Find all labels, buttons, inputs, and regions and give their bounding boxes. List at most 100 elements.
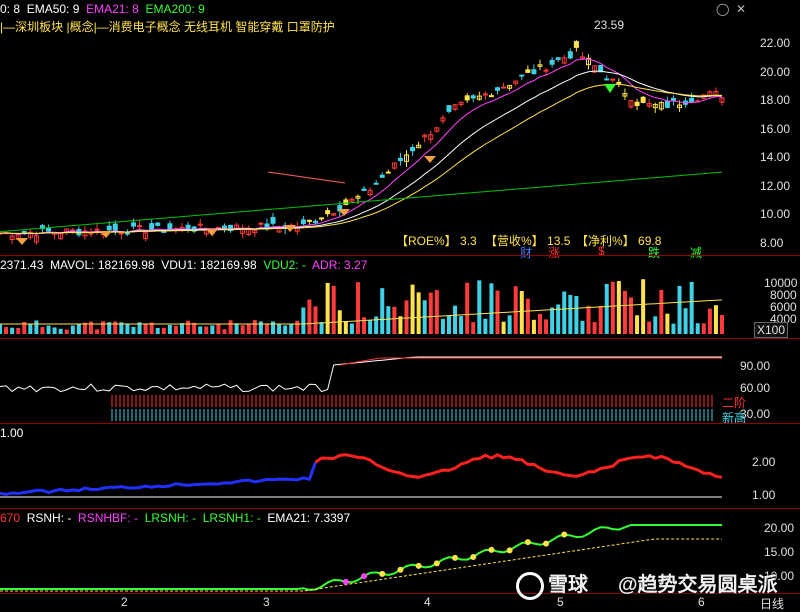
- price-tick: 20.00: [760, 65, 791, 79]
- volume-bar: [70, 325, 75, 334]
- at-icon: @: [618, 574, 638, 596]
- legend-ema200: EMA200: 9: [145, 2, 205, 16]
- volume-bar: [653, 316, 658, 334]
- rsnh-dot: [342, 578, 349, 585]
- candle-body: [94, 228, 100, 231]
- rs-panel[interactable]: 90.00 60.00 30.00 二阶 新高: [0, 339, 800, 425]
- volume-bar: [101, 321, 106, 334]
- volume-bar: [380, 288, 385, 334]
- volume-bar: [167, 324, 172, 334]
- candle-body: [531, 69, 537, 75]
- price-chart[interactable]: [0, 0, 800, 255]
- volume-bar: [507, 315, 512, 334]
- volume-unit: X100: [754, 322, 789, 338]
- candle-body: [549, 59, 555, 65]
- roe-value: 3.3: [460, 234, 477, 248]
- volume-bar: [89, 321, 94, 334]
- ratio-panel[interactable]: 1.00 2.00 1.00: [0, 424, 800, 508]
- price-panel[interactable]: 0: 8 EMA50: 9 EMA21: 8 EMA200: 9 |—深圳板块 …: [0, 0, 800, 260]
- rs-tick: 60.00: [740, 381, 771, 395]
- volume-bar: [28, 323, 33, 334]
- volume-bar: [610, 281, 615, 334]
- candle-body: [88, 232, 94, 235]
- candle-body: [501, 86, 507, 89]
- volume-bar: [95, 329, 100, 334]
- candle-body: [300, 219, 306, 225]
- watermark-author-name: 趋势交易圆桌派: [637, 574, 778, 596]
- candle-body: [495, 87, 501, 91]
- volume-bar: [683, 308, 688, 334]
- legend-close: 0: 8: [0, 2, 21, 16]
- candle-body: [112, 223, 118, 231]
- volume-bar: [277, 324, 282, 334]
- volume-bar: [343, 321, 348, 334]
- ema200-line: [0, 171, 723, 233]
- volume-bar: [125, 323, 130, 334]
- sell-marker-icon: [604, 84, 616, 93]
- volume-bar: [240, 325, 245, 334]
- candle-body: [124, 232, 130, 235]
- volume-bar: [228, 320, 233, 334]
- rsnh-legend: 670 RSNH: - RSNHBF: - LRSNH: - LRSNH1: -…: [0, 511, 350, 525]
- volume-bar: [264, 323, 269, 334]
- volume-bar: [404, 300, 409, 334]
- volume-bar: [689, 281, 694, 334]
- rsnh-line: [0, 524, 722, 591]
- volume-bar: [368, 319, 373, 334]
- ema-yellow-line: [0, 83, 723, 234]
- volume-bar: [198, 326, 203, 334]
- volume-bar: [374, 316, 379, 334]
- volume-bar: [58, 328, 63, 334]
- vdu2-value: VDU2: -: [263, 258, 307, 272]
- search-icon[interactable]: ◯: [716, 2, 729, 16]
- volume-bar: [161, 327, 166, 334]
- price-tick: 8.00: [760, 236, 784, 250]
- volume-bar: [671, 323, 676, 334]
- rsnh-dot: [524, 539, 531, 546]
- volume-bar: [695, 323, 700, 334]
- rsnh-tick: 15.00: [764, 545, 795, 559]
- volume-bar: [16, 328, 21, 334]
- volume-bar: [622, 290, 627, 334]
- rsnh-dot: [397, 566, 404, 573]
- price-tick: 16.00: [760, 122, 791, 136]
- candle-body: [325, 210, 331, 215]
- candle-body: [567, 51, 573, 59]
- candle-body: [258, 222, 264, 225]
- rs-tick: 90.00: [740, 359, 771, 373]
- volume-bar: [574, 295, 579, 334]
- volume-bar: [46, 325, 51, 334]
- volume-bar: [477, 280, 482, 334]
- watermark-logo: 雪球: [516, 568, 588, 600]
- volume-bar: [186, 320, 191, 334]
- rsnh-dot: [379, 570, 386, 577]
- ratio-chart[interactable]: [0, 424, 800, 508]
- candle-body: [385, 171, 391, 174]
- mavol-value: MAVOL: 182169.98: [50, 258, 155, 272]
- volume-bar: [52, 327, 57, 334]
- volume-bar: [489, 283, 494, 334]
- volume-bar: [246, 324, 251, 334]
- volume-bar: [319, 322, 324, 334]
- volume-panel[interactable]: 2371.43 MAVOL: 182169.98 VDU1: 182169.98…: [0, 256, 800, 338]
- month-tick: 6: [698, 595, 705, 609]
- ratio-line-red: [314, 453, 723, 479]
- snowball-icon: [516, 571, 544, 600]
- candle-body: [410, 147, 416, 152]
- concept-tags: |—深圳板块 |概念|—消费电子概念 无线耳机 智能穿戴 口罩防护: [0, 20, 335, 34]
- rsnh-dot: [415, 562, 422, 569]
- profit-key: 【净利%】: [576, 234, 635, 248]
- rsnh-dot: [543, 540, 550, 547]
- close-icon[interactable]: ✕: [736, 2, 746, 16]
- volume-bar: [355, 282, 360, 334]
- rs-chart[interactable]: [0, 339, 800, 423]
- volume-bar: [252, 320, 257, 334]
- ema21-value: EMA21: 7.3397: [267, 511, 351, 525]
- candle-body: [519, 74, 525, 77]
- volume-bar: [362, 317, 367, 334]
- period-label[interactable]: 日线: [760, 595, 784, 612]
- volume-bar: [113, 321, 118, 334]
- candle-body: [689, 97, 695, 103]
- price-tick: 12.00: [760, 179, 791, 193]
- candle-body: [106, 225, 112, 231]
